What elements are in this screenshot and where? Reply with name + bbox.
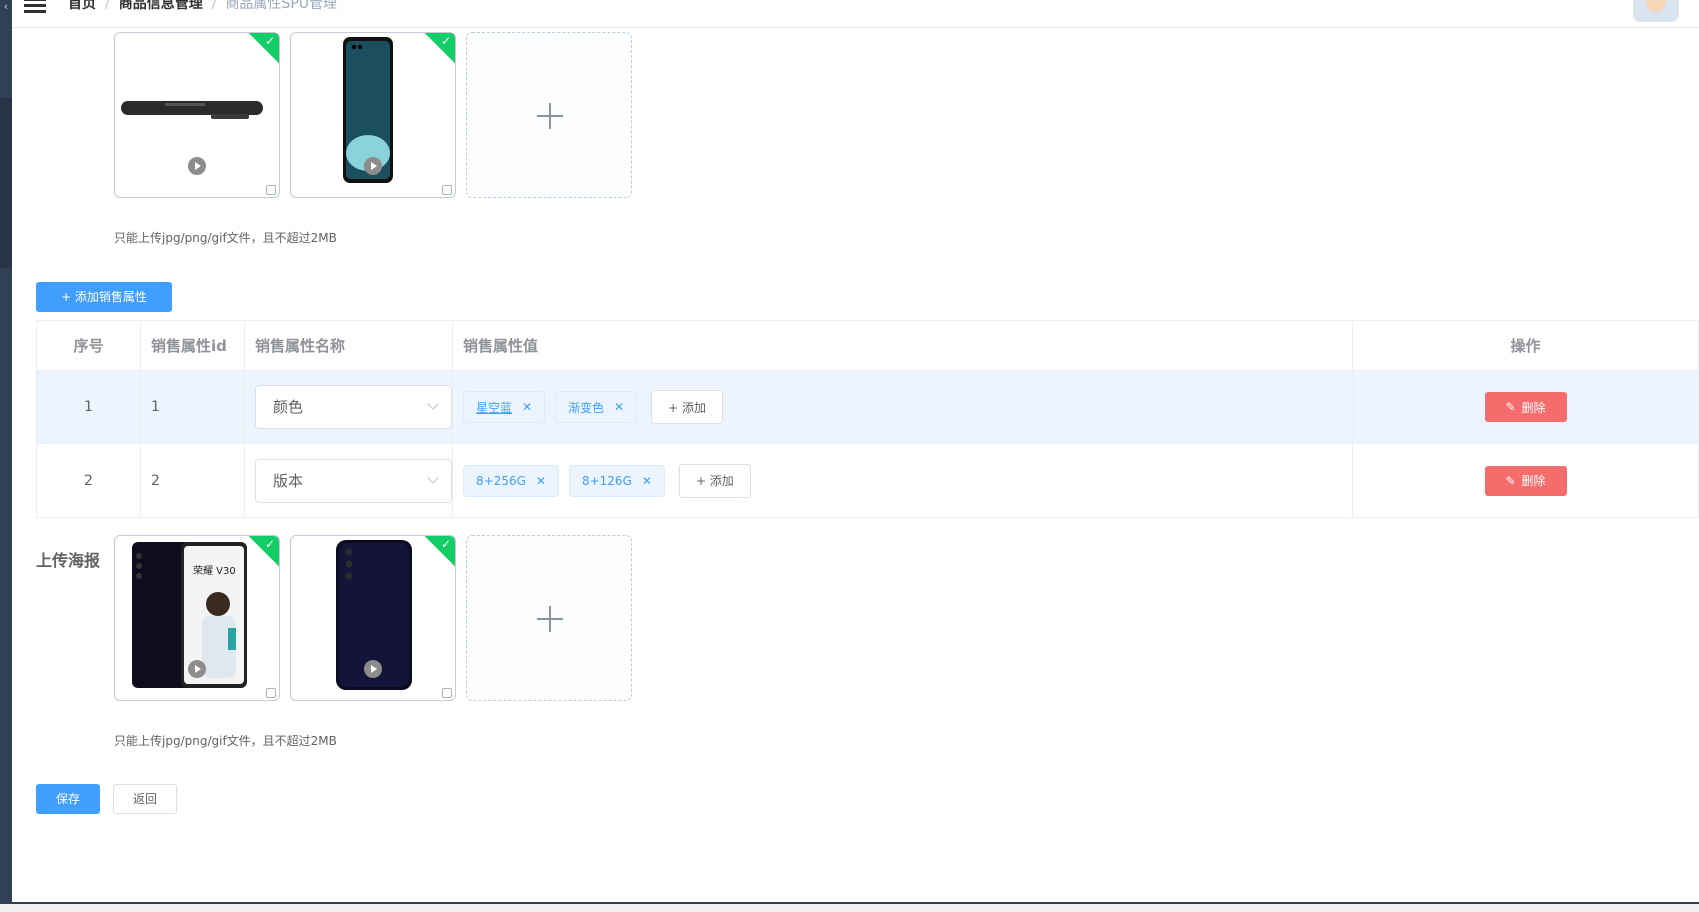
- breadcrumb-current: 商品属性SPU管理: [225, 0, 338, 12]
- back-button[interactable]: 返回: [113, 784, 177, 814]
- row-attr-name-cell: 版本: [245, 444, 453, 517]
- attr-name-select-value: 版本: [273, 471, 304, 490]
- add-image-button[interactable]: [466, 32, 632, 198]
- row-attr-values-cell: 8+256G ✕ 8+126G ✕ + 添加: [453, 444, 1353, 517]
- delete-button[interactable]: ✎ 删除: [1484, 465, 1567, 496]
- close-icon[interactable]: ✕: [522, 400, 532, 414]
- sidebar-collapsed: ‹: [0, 0, 12, 912]
- attr-value-label: 8+126G: [581, 473, 632, 488]
- spu-image-upload-list: ✓ ✓: [114, 32, 632, 198]
- poster-upload-tip: 只能上传jpg/png/gif文件，且不超过2MB: [114, 734, 337, 748]
- close-icon[interactable]: ✕: [536, 474, 546, 488]
- save-button[interactable]: 保存: [36, 784, 100, 814]
- spu-form: ✓ ✓ 只能上传jpg/png/gif文件，且不超过2MB + 添加销售属性 序…: [12, 28, 1699, 902]
- close-icon[interactable]: ✕: [614, 400, 624, 414]
- avatar[interactable]: [1633, 0, 1679, 22]
- uploaded-image-phone-front[interactable]: ✓: [290, 32, 456, 198]
- hamburger-menu-icon[interactable]: [24, 0, 46, 13]
- sidebar-active-area: [0, 98, 12, 268]
- add-attr-value-button[interactable]: + 添加: [678, 463, 751, 498]
- zoom-icon[interactable]: [266, 185, 276, 195]
- attr-name-select[interactable]: 颜色: [255, 385, 452, 429]
- col-actions: 操作: [1510, 337, 1541, 355]
- uploaded-poster-1[interactable]: 荣耀 V30 ✓: [114, 535, 280, 701]
- play-icon[interactable]: [188, 660, 206, 678]
- attr-name-select-value: 颜色: [273, 398, 304, 416]
- navbar: 首页 / 商品信息管理 / 商品属性SPU管理: [12, 0, 1699, 28]
- col-index: 序号: [37, 321, 141, 370]
- check-icon: ✓: [440, 537, 451, 551]
- row-actions: ✎ 删除: [1353, 444, 1698, 517]
- poster-upload-label: 上传海报: [36, 551, 101, 570]
- table-row: 1 1 颜色 星空蓝 ✕ 渐变色 ✕ + 添加 ✎ 删除: [37, 371, 1698, 444]
- chevron-down-icon: [427, 398, 439, 410]
- delete-button[interactable]: ✎ 删除: [1484, 392, 1567, 422]
- row-attr-name-cell: 颜色: [245, 371, 453, 443]
- attr-value-tag[interactable]: 星空蓝 ✕: [463, 391, 546, 423]
- table-row: 2 2 版本 8+256G ✕ 8+126G ✕ + 添加 ✎ 删除: [37, 444, 1698, 517]
- col-attr-name: 销售属性名称: [245, 321, 453, 370]
- edit-icon: ✎: [1505, 473, 1516, 488]
- breadcrumb-product-info[interactable]: 商品信息管理: [119, 0, 203, 12]
- check-icon: ✓: [440, 34, 451, 48]
- row-index: 2: [37, 444, 141, 517]
- uploaded-image-phone-side[interactable]: ✓: [114, 32, 280, 198]
- row-attr-id: 1: [141, 371, 245, 443]
- check-icon: ✓: [264, 537, 275, 551]
- delete-label: 删除: [1521, 474, 1546, 488]
- breadcrumb: 首页 / 商品信息管理 / 商品属性SPU管理: [68, 0, 337, 13]
- attr-value-tag[interactable]: 渐变色 ✕: [555, 391, 638, 423]
- row-attr-values-cell: 星空蓝 ✕ 渐变色 ✕ + 添加: [453, 371, 1353, 443]
- breadcrumb-home[interactable]: 首页: [68, 0, 96, 12]
- row-index: 1: [37, 371, 141, 443]
- check-icon: ✓: [264, 34, 275, 48]
- play-icon[interactable]: [188, 157, 206, 175]
- row-actions: ✎ 删除: [1353, 371, 1698, 443]
- col-attr-values: 销售属性值: [453, 321, 1353, 370]
- attr-value-tag[interactable]: 8+126G ✕: [568, 464, 665, 497]
- upload-tip: 只能上传jpg/png/gif文件，且不超过2MB: [114, 231, 337, 245]
- sale-attr-table: 序号 销售属性id 销售属性名称 销售属性值 操作 1 1 颜色 星空蓝 ✕ 渐变…: [36, 320, 1699, 518]
- table-header: 序号 销售属性id 销售属性名称 销售属性值 操作: [37, 321, 1698, 371]
- play-icon[interactable]: [364, 660, 382, 678]
- col-attr-id: 销售属性id: [141, 321, 245, 370]
- row-attr-id: 2: [141, 444, 245, 517]
- attr-value-label: 8+256G: [476, 473, 526, 488]
- close-icon[interactable]: ✕: [642, 474, 652, 488]
- delete-label: 删除: [1521, 400, 1546, 415]
- add-poster-button[interactable]: [466, 535, 632, 701]
- poster-brand-text: 荣耀 V30: [193, 565, 236, 577]
- attr-value-label: 渐变色: [568, 400, 605, 415]
- zoom-icon[interactable]: [442, 688, 452, 698]
- poster-upload-list: 荣耀 V30 ✓ ✓: [114, 535, 632, 701]
- window-bottom-edge: [0, 902, 1699, 912]
- add-sale-attr-button[interactable]: + 添加销售属性: [36, 282, 172, 312]
- attr-value-tag[interactable]: 8+256G ✕: [463, 464, 559, 497]
- play-icon[interactable]: [364, 157, 382, 175]
- add-attr-value-button[interactable]: + 添加: [651, 390, 724, 424]
- attr-value-label: 星空蓝: [476, 400, 513, 415]
- zoom-icon[interactable]: [266, 688, 276, 698]
- attr-name-select[interactable]: 版本: [255, 458, 452, 503]
- edit-icon: ✎: [1505, 400, 1516, 414]
- uploaded-poster-2[interactable]: ✓: [290, 535, 456, 701]
- chevron-down-icon: [427, 471, 439, 484]
- chevron-left-icon[interactable]: ‹: [0, 0, 12, 14]
- zoom-icon[interactable]: [442, 185, 452, 195]
